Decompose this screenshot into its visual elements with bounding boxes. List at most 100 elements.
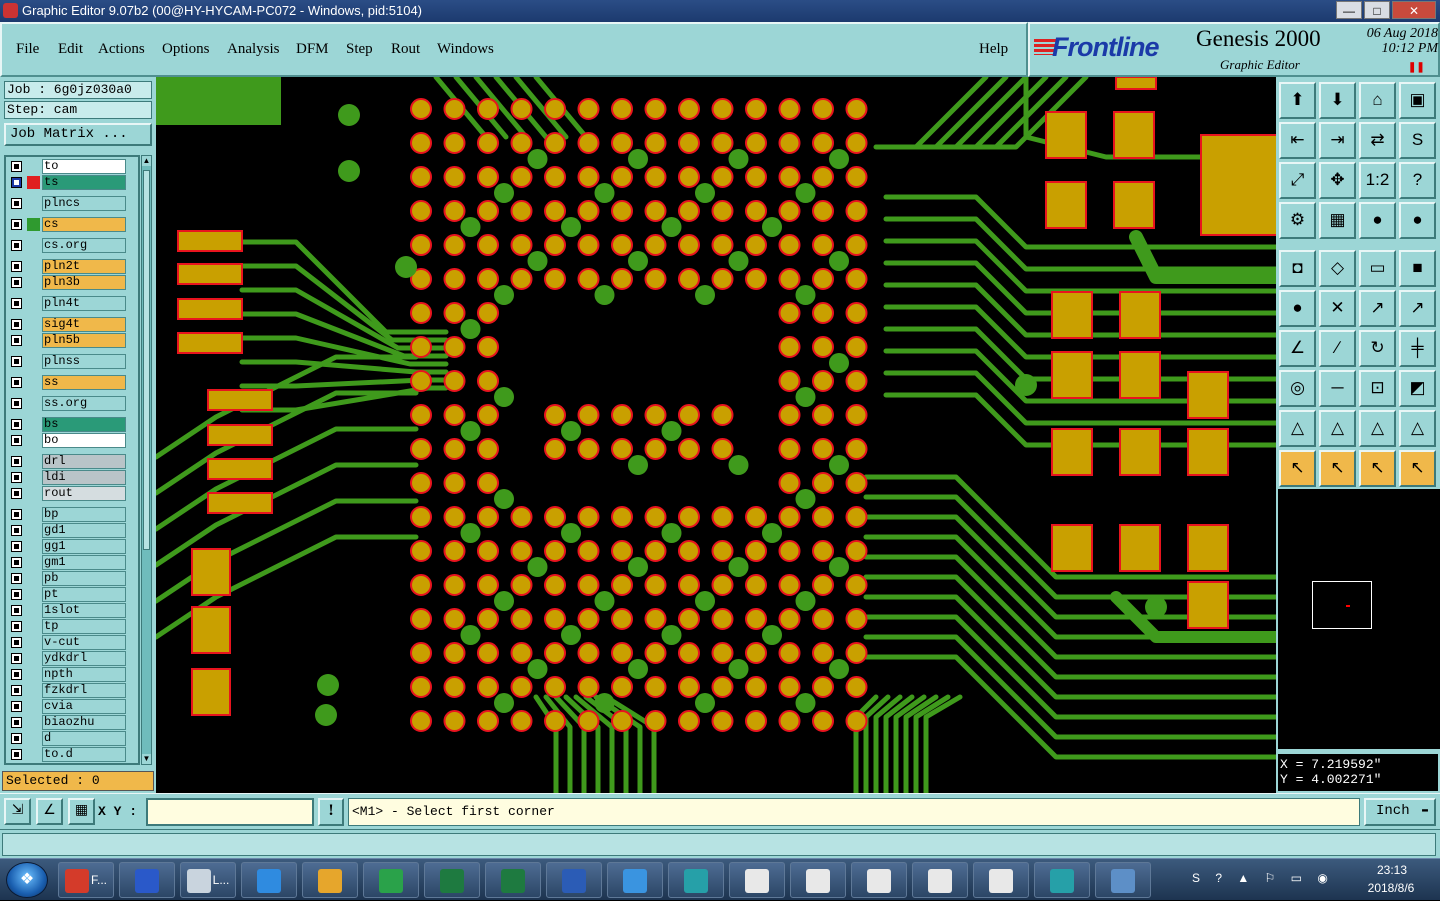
- layer-checkbox[interactable]: [11, 456, 22, 467]
- layer-checkbox[interactable]: [11, 701, 22, 712]
- taskbar-item[interactable]: [546, 862, 602, 898]
- close-button[interactable]: ✕: [1392, 1, 1436, 19]
- layer-row[interactable]: pln2t: [8, 259, 128, 274]
- taskbar-item[interactable]: [912, 862, 968, 898]
- angle-mode-icon[interactable]: ∠: [36, 798, 63, 825]
- layer-name[interactable]: to: [42, 159, 126, 174]
- taskbar-item[interactable]: F...: [58, 862, 114, 898]
- layer-checkbox[interactable]: [11, 509, 22, 520]
- tri4-icon[interactable]: △: [1399, 410, 1436, 447]
- layer-checkbox[interactable]: [11, 525, 22, 536]
- layer-name[interactable]: pln5b: [42, 333, 126, 348]
- layer-checkbox[interactable]: [11, 177, 22, 188]
- layer-row[interactable]: d: [8, 731, 128, 746]
- pointer-icon[interactable]: ↖: [1279, 450, 1316, 487]
- help-icon[interactable]: ?: [1399, 162, 1436, 199]
- layer-name[interactable]: bs: [42, 417, 126, 432]
- layer-name[interactable]: biaozhu: [42, 715, 126, 730]
- layer-row[interactable]: v-cut: [8, 635, 128, 650]
- pointer4-icon[interactable]: ↖: [1399, 450, 1436, 487]
- layer-checkbox[interactable]: [11, 161, 22, 172]
- xy-input[interactable]: [146, 798, 314, 826]
- layer-row[interactable]: to: [8, 159, 128, 174]
- layer-checkbox[interactable]: [11, 240, 22, 251]
- pointer2-icon[interactable]: ↖: [1319, 450, 1356, 487]
- layer-checkbox[interactable]: [11, 557, 22, 568]
- layer-checkbox[interactable]: [11, 685, 22, 696]
- start-button[interactable]: ❖: [6, 862, 48, 898]
- layer-row[interactable]: drl: [8, 454, 128, 469]
- one-to-two-icon[interactable]: 1:2: [1359, 162, 1396, 199]
- ruler-icon[interactable]: ▭: [1359, 250, 1396, 287]
- layer-checkbox[interactable]: [11, 298, 22, 309]
- scroll-up-icon[interactable]: ▲: [142, 156, 151, 166]
- layer-checkbox[interactable]: [11, 589, 22, 600]
- layer-checkbox[interactable]: [11, 377, 22, 388]
- layer-row[interactable]: plnss: [8, 354, 128, 369]
- graphic-canvas[interactable]: [156, 77, 1276, 793]
- layer-name[interactable]: rout: [42, 486, 126, 501]
- overview-frame[interactable]: [1312, 581, 1372, 629]
- layer-row[interactable]: pln4t: [8, 296, 128, 311]
- layer-name[interactable]: cs: [42, 217, 126, 232]
- taskbar-item[interactable]: [363, 862, 419, 898]
- layer-checkbox[interactable]: [11, 219, 22, 230]
- layer-name[interactable]: v-cut: [42, 635, 126, 650]
- home-icon[interactable]: ⌂: [1359, 82, 1396, 119]
- dash-icon[interactable]: ─: [1319, 370, 1356, 407]
- dot-icon[interactable]: ■: [1399, 250, 1436, 287]
- layer-name[interactable]: pt: [42, 587, 126, 602]
- tray-icons[interactable]: S ? ▲ ⚐ ▭ ◉: [1192, 871, 1334, 885]
- menu-analysis[interactable]: Analysis: [227, 41, 280, 58]
- layer-row[interactable]: cs.org: [8, 238, 128, 253]
- taskbar-item[interactable]: [668, 862, 724, 898]
- layer-checkbox[interactable]: [11, 472, 22, 483]
- layer-checkbox[interactable]: [11, 717, 22, 728]
- layer-checkbox[interactable]: [11, 541, 22, 552]
- layer-name[interactable]: cvia: [42, 699, 126, 714]
- layer-row[interactable]: fzkdrl: [8, 683, 128, 698]
- layer-row[interactable]: pln3b: [8, 275, 128, 290]
- layer-name[interactable]: ts: [42, 175, 126, 190]
- swap-icon[interactable]: ⇄: [1359, 122, 1396, 159]
- layer-row[interactable]: rout: [8, 486, 128, 501]
- layer-row[interactable]: sig4t: [8, 317, 128, 332]
- layer-row[interactable]: tp: [8, 619, 128, 634]
- rotate-icon[interactable]: ↻: [1359, 330, 1396, 367]
- menu-file[interactable]: File: [16, 41, 39, 58]
- layer-checkbox[interactable]: [11, 669, 22, 680]
- window-icon[interactable]: ▣: [1399, 82, 1436, 119]
- layer-row[interactable]: ts: [8, 175, 128, 190]
- move-right-icon[interactable]: ⇥: [1319, 122, 1356, 159]
- layer-row[interactable]: pt: [8, 587, 128, 602]
- record-icon[interactable]: ◘: [1279, 250, 1316, 287]
- layer-row[interactable]: gg1: [8, 539, 128, 554]
- layer-checkbox[interactable]: [11, 573, 22, 584]
- layer-name[interactable]: gd1: [42, 523, 126, 538]
- cross-icon[interactable]: ✕: [1319, 290, 1356, 327]
- layer-row[interactable]: gm1: [8, 555, 128, 570]
- menu-options[interactable]: Options: [162, 41, 210, 58]
- menu-help[interactable]: Help: [979, 41, 1008, 58]
- move-left-icon[interactable]: ⇤: [1279, 122, 1316, 159]
- message-button[interactable]: !: [318, 798, 344, 826]
- layer-red2-icon[interactable]: ●: [1399, 202, 1436, 239]
- menu-edit[interactable]: Edit: [58, 41, 83, 58]
- layer-checkbox[interactable]: [11, 488, 22, 499]
- zoom-icon[interactable]: ✥: [1319, 162, 1356, 199]
- layer-name[interactable]: plncs: [42, 196, 126, 211]
- layer-row[interactable]: pln5b: [8, 333, 128, 348]
- shape-icon[interactable]: ◇: [1319, 250, 1356, 287]
- taskbar-item[interactable]: [607, 862, 663, 898]
- layer-row[interactable]: bp: [8, 507, 128, 522]
- unit-selector[interactable]: Inch ▬: [1364, 798, 1436, 826]
- pointer3-icon[interactable]: ↖: [1359, 450, 1396, 487]
- move-up-icon[interactable]: ⬆: [1279, 82, 1316, 119]
- layer-name[interactable]: ss.org: [42, 396, 126, 411]
- layer-scrollbar[interactable]: ▲ ▼: [141, 155, 152, 765]
- taskbar-item[interactable]: [729, 862, 785, 898]
- taskbar-item[interactable]: [790, 862, 846, 898]
- tri2-icon[interactable]: △: [1319, 410, 1356, 447]
- layer-row[interactable]: cs: [8, 217, 128, 232]
- layer-name[interactable]: pln4t: [42, 296, 126, 311]
